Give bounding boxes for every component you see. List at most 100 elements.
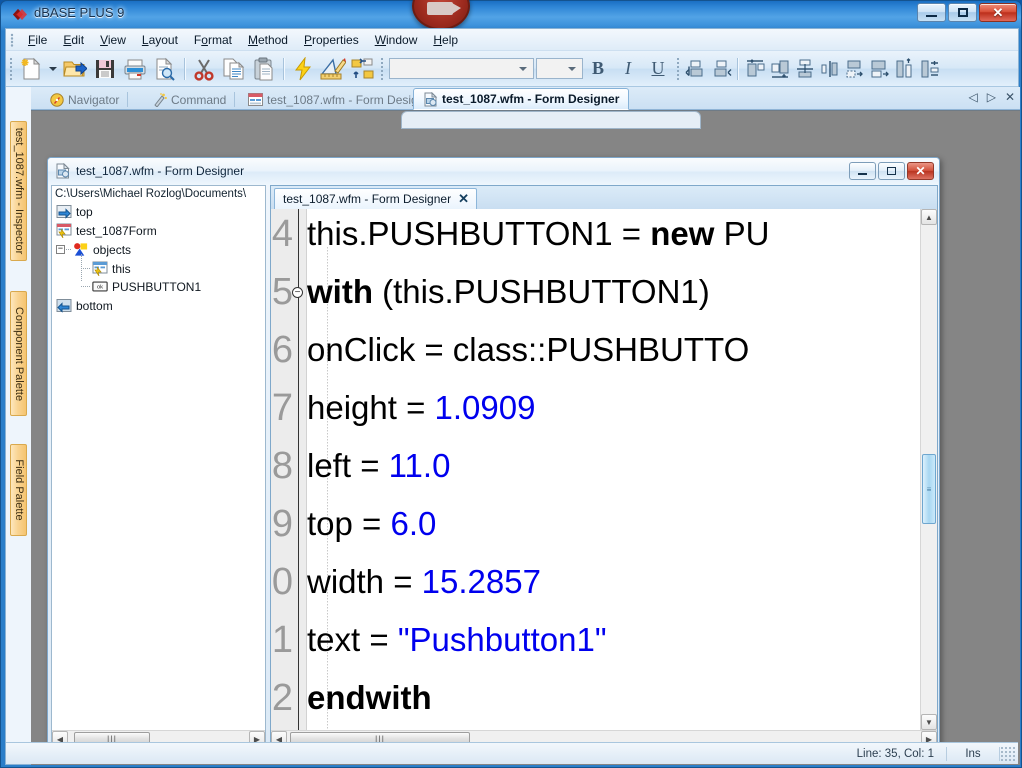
tab-close-button[interactable]: ✕ xyxy=(1005,90,1015,104)
menu-properties[interactable]: Properties xyxy=(296,31,367,49)
code-token: width = xyxy=(307,563,422,600)
menu-format[interactable]: Format xyxy=(186,31,240,49)
menubar-grip-icon[interactable] xyxy=(9,32,20,48)
align-top-button[interactable] xyxy=(742,54,767,84)
menu-layout[interactable]: Layout xyxy=(134,31,186,49)
window-maximize-button[interactable] xyxy=(948,3,977,22)
tree-expander-objects[interactable]: − xyxy=(56,245,65,254)
align-top-icon xyxy=(746,58,764,76)
print-preview-button[interactable] xyxy=(150,54,180,84)
tab-navigator[interactable]: Navigator xyxy=(41,89,129,110)
menu-file[interactable]: File xyxy=(20,31,55,49)
object-tree[interactable]: top test_1087Form − objects this ok PUSH… xyxy=(52,202,265,730)
chevron-down-icon xyxy=(519,66,527,71)
source-editor[interactable]: 24 25 26 27 28 29 30 31 32 xyxy=(271,209,937,730)
paste-button[interactable] xyxy=(249,54,279,84)
toolbar-grip-icon[interactable] xyxy=(9,56,13,81)
minus-icon: − xyxy=(57,244,64,254)
window-close-button[interactable]: ✕ xyxy=(979,3,1017,22)
new-icon xyxy=(21,57,41,79)
dock-tab-inspector[interactable]: test_1087.wfm - Inspector xyxy=(10,121,27,261)
tab-next-button[interactable]: ▷ xyxy=(987,90,996,104)
background-window-edge xyxy=(401,111,701,129)
tree-node-top[interactable]: top xyxy=(56,204,93,219)
menu-edit[interactable]: Edit xyxy=(55,31,92,49)
resize-grip-icon[interactable] xyxy=(1000,745,1016,762)
menu-help[interactable]: Help xyxy=(425,31,466,49)
zorder-button[interactable] xyxy=(348,54,378,84)
maximize-icon xyxy=(887,167,896,175)
camera-icon xyxy=(427,2,461,15)
same-width-icon xyxy=(871,60,889,77)
minimize-icon xyxy=(918,4,945,21)
editor-tab-form-designer[interactable]: test_1087.wfm - Form Designer ✕ xyxy=(274,188,477,209)
dbase-logo-icon xyxy=(13,9,27,20)
application-client-area: File Edit View Layout Format Method Prop… xyxy=(5,28,1020,765)
tab-navigator-label: Navigator xyxy=(68,92,120,107)
code-value: 11.0 xyxy=(388,447,451,484)
tree-node-pushbutton1[interactable]: ok PUSHBUTTON1 xyxy=(92,279,201,294)
copy-button[interactable] xyxy=(219,54,249,84)
underline-button[interactable]: U xyxy=(643,55,673,83)
italic-button[interactable]: I xyxy=(613,55,643,83)
cut-button[interactable] xyxy=(189,54,219,84)
font-size-combo[interactable] xyxy=(536,58,583,79)
align-bottom-icon xyxy=(771,60,788,78)
tree-node-bottom[interactable]: bottom xyxy=(56,298,113,313)
menu-method[interactable]: Method xyxy=(240,31,296,49)
editor-scroll-thumb[interactable]: ≡ xyxy=(922,454,936,524)
code-line-24: this.PUSHBUTTON1 = new PU xyxy=(307,217,769,250)
align-center-vertical-button[interactable] xyxy=(817,54,842,84)
editor-gutter: 24 25 26 27 28 29 30 31 32 xyxy=(271,209,307,730)
tab-prev-button[interactable]: ◁ xyxy=(968,90,977,104)
save-button[interactable] xyxy=(90,54,120,84)
toolbar-grip-2-icon[interactable] xyxy=(380,56,384,81)
top-arrow-icon xyxy=(56,205,72,219)
tree-path-label: C:\Users\Michael Rozlog\Documents\ xyxy=(55,188,247,200)
bold-button[interactable]: B xyxy=(583,55,613,83)
minus-icon: − xyxy=(294,286,301,298)
same-width-button[interactable] xyxy=(867,54,892,84)
align-center-horizontal-icon xyxy=(796,59,813,77)
editor-scroll-down-button[interactable]: ▼ xyxy=(921,714,937,730)
new-button[interactable] xyxy=(16,54,46,84)
menu-window[interactable]: Window xyxy=(367,31,426,49)
space-horizontal-button[interactable] xyxy=(917,54,942,84)
window-minimize-button[interactable] xyxy=(917,3,946,22)
wand-icon xyxy=(154,92,167,107)
form-designer-minimize-button[interactable] xyxy=(849,162,876,180)
code-line-30: width = 15.2857 xyxy=(307,565,541,598)
editor-vertical-scrollbar[interactable]: ▲ ≡ ▼ xyxy=(920,209,937,730)
align-center-horizontal-button[interactable] xyxy=(792,54,817,84)
code-fold-toggle[interactable]: − xyxy=(292,287,303,298)
print-button[interactable] xyxy=(120,54,150,84)
tab-command[interactable]: Command xyxy=(144,89,236,110)
font-name-combo[interactable] xyxy=(389,58,534,79)
tab-form-designer-2-active[interactable]: test_1087.wfm - Form Designer xyxy=(413,88,630,110)
code-token: (this.PUSHBUTTON1) xyxy=(372,273,710,310)
space-vertical-button[interactable] xyxy=(892,54,917,84)
form-designer-close-button[interactable]: ✕ xyxy=(907,162,934,180)
dock-tab-component-palette[interactable]: Component Palette xyxy=(10,291,27,416)
align-left-button[interactable] xyxy=(683,54,708,84)
maximize-icon xyxy=(949,4,976,21)
form-doc-icon xyxy=(56,163,70,179)
design-button[interactable] xyxy=(318,54,348,84)
grip-icon: ≡ xyxy=(926,484,932,494)
new-dropdown-button[interactable] xyxy=(46,54,60,84)
menu-view[interactable]: View xyxy=(92,31,134,49)
tree-node-this[interactable]: this xyxy=(92,261,131,276)
dock-tab-field-palette[interactable]: Field Palette xyxy=(10,444,27,536)
open-button[interactable] xyxy=(60,54,90,84)
code-text-area[interactable]: this.PUSHBUTTON1 = new PU with (this.PUS… xyxy=(307,209,920,730)
size-to-fit-button[interactable] xyxy=(842,54,867,84)
form-designer-maximize-button[interactable] xyxy=(878,162,905,180)
align-right-button[interactable] xyxy=(708,54,733,84)
run-button[interactable] xyxy=(288,54,318,84)
tree-node-form[interactable]: test_1087Form xyxy=(56,223,157,238)
tree-node-pushbutton1-label: PUSHBUTTON1 xyxy=(112,279,202,294)
editor-scroll-up-button[interactable]: ▲ xyxy=(921,209,937,225)
align-bottom-button[interactable] xyxy=(767,54,792,84)
editor-tab-close-icon[interactable]: ✕ xyxy=(458,191,469,207)
svg-text:ok: ok xyxy=(97,285,103,291)
